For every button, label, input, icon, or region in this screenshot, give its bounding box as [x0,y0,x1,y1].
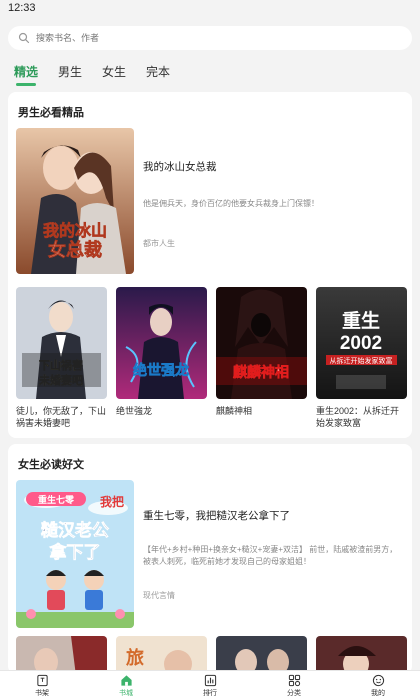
male-picks-section: 男生必看精品 我的冰山 女总裁 我的冰山女总裁 他是佣兵天，身价百亿的他要女兵裁… [8,92,412,438]
status-time: 12:33 [8,2,36,14]
book-cover[interactable] [16,636,107,674]
svg-text:从拆迁开始发家致富: 从拆迁开始发家致富 [330,356,393,365]
featured-book-tag: 都市人生 [143,239,175,248]
svg-text:旅: 旅 [126,647,144,668]
section-title: 女生必读好文 [18,459,84,471]
book-cover[interactable] [316,636,407,674]
search-bar[interactable] [8,26,412,50]
book-cover[interactable] [216,636,307,674]
svg-text:拿下了: 拿下了 [49,542,101,562]
book-cover[interactable]: 旅 [116,636,207,674]
tab-female[interactable]: 女生 [102,63,126,86]
female-picks-section: 女生必读好文 重生七零 我把 糙汉老公 拿下了 重生七零，我把糙汉老公拿下了 【… [8,444,412,674]
svg-text:未婚妻吧: 未婚妻吧 [38,373,83,387]
book-item[interactable]: 重生 2002 从拆迁开始发家致富 重生2002：从拆迁开始发家致富 [316,287,407,429]
featured-book-tag: 现代言情 [143,591,175,600]
ranking-icon [204,674,216,686]
book-cover[interactable]: 下山祸害 未婚妻吧 [16,287,107,399]
svg-text:麒麟神相: 麒麟神相 [233,364,289,380]
book-item[interactable]: 绝世强龙 绝世強龙 [116,287,207,429]
nav-category[interactable]: 分类 [252,671,336,700]
svg-text:下山祸害: 下山祸害 [39,358,83,372]
svg-text:女总裁: 女总裁 [48,239,102,260]
book-title[interactable]: 重生2002：从拆迁开始发家致富 [316,405,407,429]
svg-text:我的冰山: 我的冰山 [43,221,107,240]
nav-label: 书城 [119,689,133,697]
search-icon [18,32,30,44]
featured-book-cover[interactable]: 重生七零 我把 糙汉老公 拿下了 [16,480,134,628]
nav-bookstore[interactable]: 书城 [84,671,168,700]
category-tabs: 精选 男生 女生 完本 [14,60,170,86]
search-input[interactable] [36,33,336,43]
book-cover[interactable]: 麒麟神相 [216,287,307,399]
svg-text:糙汉老公: 糙汉老公 [41,520,109,540]
status-bar: 12:33 [0,0,420,18]
bookshelf-icon [36,674,48,686]
nav-label: 书架 [35,689,49,697]
book-cover[interactable]: 绝世强龙 [116,287,207,399]
book-title[interactable]: 徒儿，你无敌了，下山祸害未婚妻吧 [16,405,107,429]
svg-text:我把: 我把 [100,494,124,509]
svg-text:2002: 2002 [340,333,382,354]
featured-book-desc: 【年代+乡村+种田+换亲女+糙汉+宠妻+双洁】 前世，陆戚被渣前男方，被表人刺死… [143,545,398,566]
nav-bookshelf[interactable]: 书架 [0,671,84,700]
profile-icon [372,674,384,686]
home-icon [120,674,132,686]
svg-text:重生: 重生 [342,309,380,332]
nav-label: 我的 [371,689,385,697]
tab-featured[interactable]: 精选 [14,63,38,86]
book-title[interactable]: 麒麟神相 [216,405,307,417]
svg-text:重生七零: 重生七零 [38,494,75,505]
book-item[interactable]: 下山祸害 未婚妻吧 徒儿，你无敌了，下山祸害未婚妻吧 [16,287,107,429]
book-cover[interactable]: 重生 2002 从拆迁开始发家致富 [316,287,407,399]
book-title[interactable]: 绝世強龙 [116,405,207,417]
featured-book-title[interactable]: 我的冰山女总裁 [143,159,217,174]
bottom-nav: 书架 书城 排行 分类 我的 [0,670,420,700]
section-title: 男生必看精品 [18,107,84,119]
nav-label: 排行 [203,689,217,697]
tab-completed[interactable]: 完本 [146,63,170,86]
featured-book-desc: 他是佣兵天，身价百亿的他要女兵裁身上门保镖！ [143,199,319,208]
book-grid: 下山祸害 未婚妻吧 徒儿，你无敌了，下山祸害未婚妻吧 绝世强龙 绝世強龙 麒麟神… [16,287,407,429]
featured-book-cover[interactable]: 我的冰山 女总裁 [16,128,134,274]
category-icon [288,674,300,686]
book-item[interactable]: 麒麟神相 麒麟神相 [216,287,307,429]
book-grid-peek: 旅 [16,636,407,674]
nav-profile[interactable]: 我的 [336,671,420,700]
featured-book-title[interactable]: 重生七零，我把糙汉老公拿下了 [143,508,290,523]
svg-text:绝世强龙: 绝世强龙 [133,362,189,378]
tab-male[interactable]: 男生 [58,63,82,86]
nav-label: 分类 [287,689,301,697]
nav-ranking[interactable]: 排行 [168,671,252,700]
